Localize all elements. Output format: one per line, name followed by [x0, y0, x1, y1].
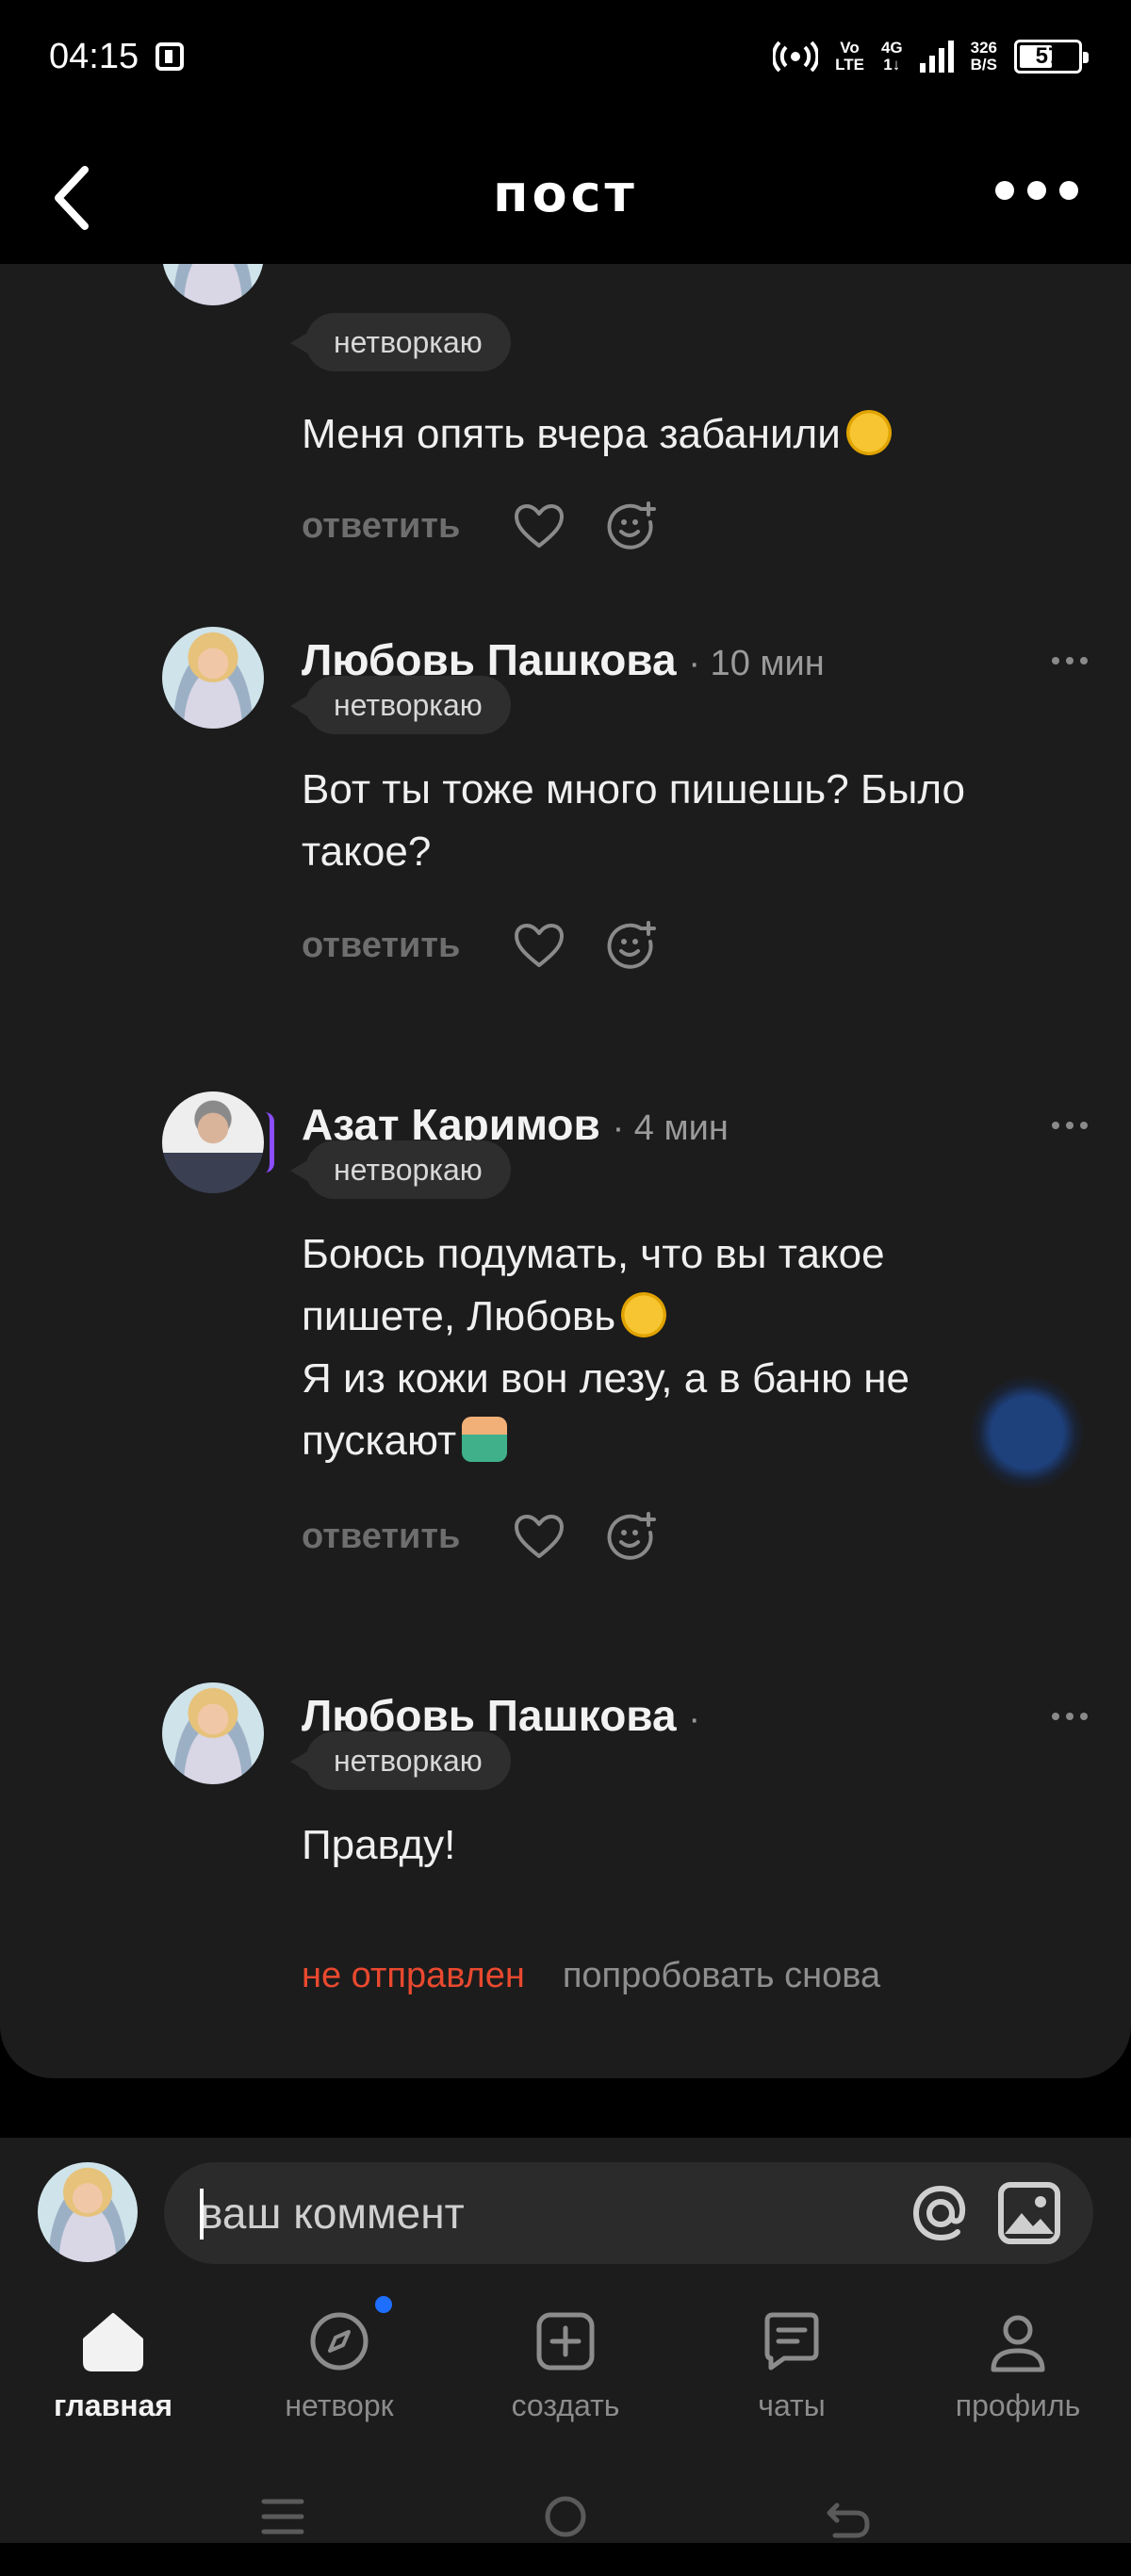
text-cursor	[200, 2189, 204, 2240]
comment-author[interactable]: Любовь Пашкова	[302, 264, 677, 273]
shrug-emoji-icon	[462, 1417, 508, 1462]
avatar[interactable]	[162, 627, 264, 729]
comment-tag: нетворкаю	[290, 1140, 511, 1199]
comment-text: Меня опять вчера забанили	[302, 403, 1056, 466]
comment-line: пишете, Любовь	[302, 1286, 1056, 1348]
comment-actions: ответить	[302, 501, 657, 550]
nav-item-network[interactable]: нетворк	[236, 2307, 443, 2423]
avatar[interactable]	[162, 1682, 264, 1784]
heart-icon[interactable]	[513, 922, 566, 969]
touch-indicator	[971, 1376, 1084, 1489]
volte-top: Vo	[840, 39, 860, 57]
comment-text: Правду!	[302, 1814, 1056, 1877]
comment-tag: нетворкаю	[290, 676, 511, 734]
nav-label: чаты	[758, 2388, 826, 2422]
status-right: Vo LTE 4G 1↓ 326 B/S 57	[773, 40, 1089, 74]
comment-line: пускают	[302, 1410, 1056, 1472]
plus-square-icon	[536, 2312, 595, 2371]
network-speed: 326 B/S	[971, 40, 997, 74]
page-title: пост	[493, 163, 638, 223]
thinking-emoji-icon	[621, 1292, 667, 1337]
system-nav	[0, 2460, 1131, 2564]
back-button[interactable]	[45, 160, 102, 236]
signal-icon	[919, 41, 954, 73]
story-ring	[265, 1112, 274, 1173]
add-reaction-icon[interactable]	[607, 1512, 657, 1561]
back-system-icon[interactable]	[820, 2488, 877, 2545]
comment-line: Я из кожи вон лезу, а в баню не	[302, 1355, 910, 1402]
comment-menu-button[interactable]	[1052, 1122, 1088, 1129]
nav-label: нетворк	[285, 2388, 394, 2422]
add-reaction-icon[interactable]	[607, 501, 657, 550]
volte-indicator: Vo LTE	[835, 40, 864, 74]
person-icon	[991, 2315, 1045, 2372]
avatar[interactable]	[162, 1091, 264, 1193]
add-reaction-icon[interactable]	[607, 921, 657, 970]
clock: 04:15	[49, 36, 139, 76]
compass-icon	[310, 2312, 369, 2371]
nav-label: создать	[511, 2388, 620, 2422]
nav-label: главная	[53, 2388, 173, 2422]
nav-item-profile[interactable]: профиль	[914, 2307, 1122, 2423]
comment-menu-button[interactable]	[1052, 657, 1088, 665]
battery-level: 57	[1035, 43, 1061, 69]
comment-line: Вот ты тоже много пишешь? Было	[302, 766, 966, 812]
comment-time: · 4 мин	[612, 1108, 729, 1148]
comment-actions: ответить	[302, 1512, 657, 1561]
comment-text: Боюсь подумать, что вы такое пишете, Люб…	[302, 1223, 1056, 1472]
battery-icon: 57	[1014, 40, 1089, 74]
not-sent-label: не отправлен	[302, 1956, 525, 1995]
image-attach-icon[interactable]	[995, 2179, 1063, 2247]
nav-item-home[interactable]: главная	[9, 2307, 217, 2423]
cell-type-bottom: 1↓	[883, 56, 901, 74]
avatar[interactable]	[162, 264, 264, 305]
comment-text: Вот ты тоже много пишешь? Было такое?	[302, 759, 1056, 883]
cell-type: 4G 1↓	[881, 40, 903, 74]
comment-line-text: Меня опять вчера забанили	[302, 411, 841, 457]
reply-button[interactable]: ответить	[302, 1517, 460, 1557]
comment-line: Боюсь подумать, что вы такое	[302, 1231, 885, 1277]
nav-item-create[interactable]: создать	[462, 2307, 669, 2423]
comment-time: ·	[688, 1699, 700, 1739]
notification-badge	[375, 2296, 392, 2313]
header: пост	[0, 123, 1131, 264]
comment-line: такое?	[302, 829, 432, 875]
hotspot-icon	[773, 41, 819, 73]
more-options-button[interactable]	[995, 181, 1078, 200]
status-bar: 04:15 Vo LTE 4G 1↓ 326 B/S 57	[0, 0, 1131, 113]
recent-apps-icon[interactable]	[254, 2488, 311, 2545]
network-speed-value: 326	[970, 39, 997, 57]
status-left: 04:15	[49, 36, 185, 77]
home-system-icon[interactable]	[537, 2488, 594, 2545]
app-notification-icon	[156, 42, 185, 71]
comment-line-text: пускают	[302, 1418, 457, 1464]
network-speed-unit: B/S	[970, 56, 997, 74]
reply-button[interactable]: ответить	[302, 506, 460, 547]
comment-time: · 10 мин	[688, 644, 825, 683]
comment-tag: нетворкаю	[290, 313, 511, 371]
chat-icon	[764, 2312, 819, 2371]
user-avatar	[38, 2162, 138, 2262]
mention-icon[interactable]	[907, 2179, 975, 2247]
author-name[interactable]: Любовь Пашкова	[302, 264, 677, 272]
cell-type-top: 4G	[880, 39, 903, 57]
comment-line-text: пишете, Любовь	[302, 1293, 616, 1339]
nav-item-chats[interactable]: чаты	[688, 2307, 895, 2423]
home-icon	[83, 2313, 143, 2371]
comment-menu-button[interactable]	[1052, 1713, 1088, 1720]
send-failed-row: не отправлен попробовать снова	[302, 1956, 880, 1996]
rofl-emoji-icon	[845, 410, 892, 455]
bottom-nav: главная нетворк создать чаты профиль	[0, 2290, 1131, 2451]
retry-button[interactable]: попробовать снова	[563, 1956, 880, 1996]
heart-icon[interactable]	[513, 502, 566, 550]
nav-label: профиль	[955, 2388, 1081, 2422]
volte-bottom: LTE	[835, 56, 864, 74]
heart-icon[interactable]	[513, 1513, 566, 1560]
comments-panel[interactable]: Любовь Пашкова нетворкаю Меня опять вчер…	[0, 264, 1131, 2078]
comment-tag: нетворкаю	[290, 1731, 511, 1790]
comment-line: Меня опять вчера забанили	[302, 403, 1056, 466]
reply-button[interactable]: ответить	[302, 926, 460, 966]
comment-actions: ответить	[302, 921, 657, 970]
comment-line: Правду!	[302, 1822, 456, 1868]
